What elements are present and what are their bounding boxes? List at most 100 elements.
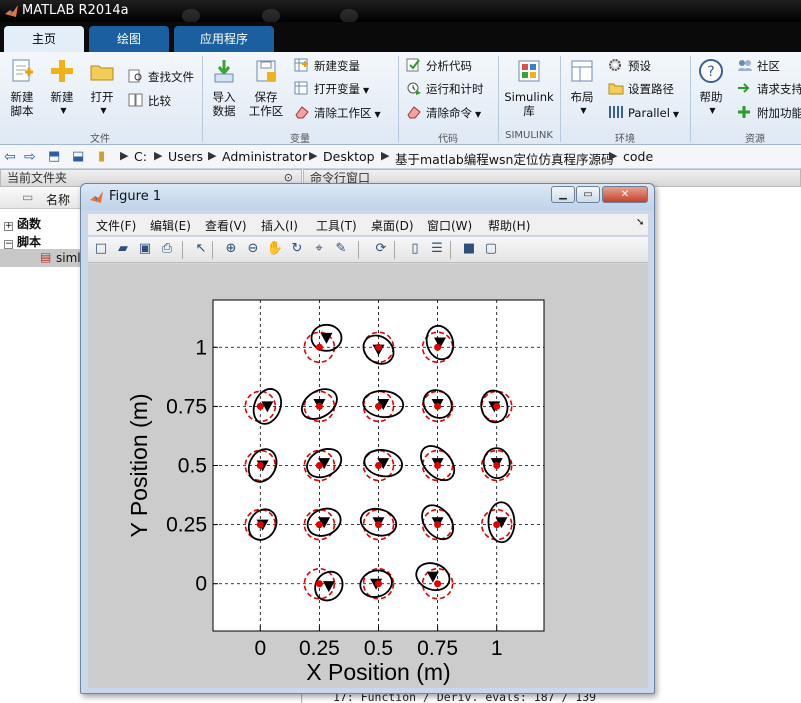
show-tools-icon[interactable]: ▢: [482, 241, 500, 259]
tab-apps[interactable]: 应用程序: [174, 26, 274, 52]
scatter-plot[interactable]: 0 0.25 0.5 0.75 1 0 0.25 0.5 0.75 1 X Position (m)…: [88, 264, 648, 688]
true-position-marker: [315, 580, 323, 588]
breadcrumb-desktop[interactable]: Desktop: [323, 149, 375, 164]
menu-file[interactable]: 文件(F): [96, 217, 136, 234]
figure-window: Figure 1 ▁ ▭ ✕ 文件(F) 编辑(E) 查看(V) 插入(I) 工…: [80, 183, 655, 694]
forward-arrow-icon[interactable]: ⇨: [24, 149, 36, 165]
import-data-button[interactable]: 导入 数据: [208, 58, 240, 118]
tree-group-label: 函数: [17, 217, 42, 231]
true-position-marker: [375, 521, 382, 529]
true-position-marker: [256, 462, 264, 469]
zoom-in-icon[interactable]: ⊕: [222, 241, 240, 259]
legend-icon[interactable]: ☰: [428, 241, 446, 259]
gear-icon: [609, 59, 621, 71]
y-axis-label: Y Position (m): [126, 393, 152, 537]
breadcrumb-users[interactable]: Users: [168, 149, 203, 164]
group-divider: [202, 56, 203, 142]
x-tick-label: 0.75: [417, 637, 458, 660]
run-and-time-icon: [407, 82, 421, 95]
parallel-button[interactable]: Parallel ▼: [608, 104, 679, 122]
new-figure-icon[interactable]: □: [92, 241, 110, 259]
set-path-button[interactable]: 设置路径: [608, 80, 674, 98]
close-button[interactable]: ✕: [602, 186, 648, 203]
eraser-icon: [407, 106, 421, 119]
help-icon: ?: [699, 59, 723, 83]
eraser-icon: [295, 106, 309, 119]
up-folder-icon[interactable]: ⬒: [48, 149, 60, 164]
tab-home[interactable]: 主页: [4, 26, 84, 52]
zoom-out-icon[interactable]: ⊖: [244, 241, 262, 259]
pan-icon[interactable]: ✋: [266, 241, 284, 259]
simulink-library-button[interactable]: Simulink 库: [503, 58, 555, 118]
add-ons-label: 附加功能: [757, 106, 801, 120]
matlab-logo-icon: [5, 5, 18, 17]
true-position-marker: [256, 521, 264, 529]
breadcrumb-code[interactable]: code: [623, 149, 653, 164]
menu-tools[interactable]: 工具(T): [316, 217, 357, 234]
menu-view[interactable]: 查看(V): [205, 217, 247, 234]
current-folder-title: 当前文件夹: [7, 171, 68, 185]
toolbar-separator: [358, 241, 359, 259]
tree-group-functions[interactable]: + 函数: [4, 215, 41, 232]
open-button[interactable]: 打开 ▼: [86, 58, 118, 118]
save-icon[interactable]: ▣: [136, 241, 154, 259]
new-button[interactable]: 新建 ▼: [46, 58, 78, 118]
menu-edit[interactable]: 编辑(E): [150, 217, 191, 234]
clear-workspace-button[interactable]: 清除工作区 ▼: [294, 104, 381, 122]
toolbar-separator: [450, 241, 451, 259]
colorbar-icon[interactable]: ▯: [406, 241, 424, 259]
true-position-marker: [434, 521, 442, 529]
tab-plots[interactable]: 绘图: [89, 26, 169, 52]
breadcrumb-separator: ▶: [120, 149, 129, 162]
breadcrumb-separator: ▶: [154, 149, 163, 162]
breadcrumb-separator: ▶: [208, 149, 217, 162]
tree-group-label: 脚本: [17, 235, 42, 249]
data-cursor-icon[interactable]: ⌖: [310, 241, 328, 259]
save-workspace-button[interactable]: 保存 工作区: [246, 58, 286, 118]
print-icon[interactable]: ⎙: [158, 241, 176, 259]
expand-icon[interactable]: +: [4, 222, 13, 231]
help-button[interactable]: ? 帮助 ▼: [694, 58, 728, 118]
breadcrumb-project-folder[interactable]: 基于matlab编程wsn定位仿真程序源码: [395, 149, 613, 168]
tree-group-scripts[interactable]: − 脚本: [4, 233, 41, 250]
browse-folder-icon[interactable]: ⬓: [72, 149, 84, 164]
layout-button[interactable]: 布局 ▼: [566, 58, 598, 118]
menu-insert[interactable]: 插入(I): [261, 217, 298, 234]
back-arrow-icon[interactable]: ⇦: [4, 149, 16, 165]
minimize-button[interactable]: ▁: [551, 186, 575, 203]
breadcrumb-separator: ▶: [309, 149, 318, 162]
breadcrumb-c[interactable]: C:: [134, 149, 147, 164]
new-variable-button[interactable]: 新建变量: [294, 57, 360, 75]
figure-title: Figure 1: [109, 189, 162, 204]
menu-help[interactable]: 帮助(H): [488, 217, 530, 234]
preferences-button[interactable]: 预设: [608, 57, 651, 75]
add-ons-button[interactable]: 附加功能: [737, 104, 801, 122]
breadcrumb-administrator[interactable]: Administrator: [222, 149, 307, 164]
maximize-button[interactable]: ▭: [576, 186, 600, 203]
new-script-button[interactable]: 新建 脚本: [6, 58, 38, 118]
brush-icon[interactable]: ✎: [332, 241, 350, 259]
community-button[interactable]: 社区: [737, 57, 780, 75]
save-workspace-label: 保存 工作区: [248, 90, 284, 118]
open-variable-button[interactable]: 打开变量 ▼: [294, 80, 369, 98]
find-files-button[interactable]: 查找文件: [128, 68, 194, 86]
menu-window[interactable]: 窗口(W): [427, 217, 472, 234]
run-and-time-button[interactable]: 运行和计时: [406, 80, 484, 98]
analyze-code-button[interactable]: 分析代码: [406, 57, 472, 75]
link-icon[interactable]: ⟳: [372, 241, 390, 259]
request-support-button[interactable]: 请求支持: [737, 80, 801, 98]
open-file-icon[interactable]: ▰: [114, 241, 132, 259]
figure-title-bar[interactable]: Figure 1 ▁ ▭ ✕: [81, 184, 654, 210]
name-column-header[interactable]: 名称: [46, 191, 70, 208]
pointer-icon[interactable]: ↖: [192, 241, 210, 259]
rotate-icon[interactable]: ↻: [288, 241, 306, 259]
analyze-code-icon: [406, 58, 420, 72]
chevron-down-icon: ▼: [374, 110, 381, 119]
chevron-down-icon: ▼: [60, 106, 67, 115]
menu-dock-arrow-icon[interactable]: ➘: [636, 217, 644, 228]
clear-commands-button[interactable]: 清除命令 ▼: [406, 104, 481, 122]
compare-button[interactable]: 比较: [128, 92, 171, 110]
menu-desktop[interactable]: 桌面(D): [371, 217, 414, 234]
hide-tools-icon[interactable]: ■: [460, 241, 478, 259]
collapse-icon[interactable]: −: [4, 240, 13, 249]
